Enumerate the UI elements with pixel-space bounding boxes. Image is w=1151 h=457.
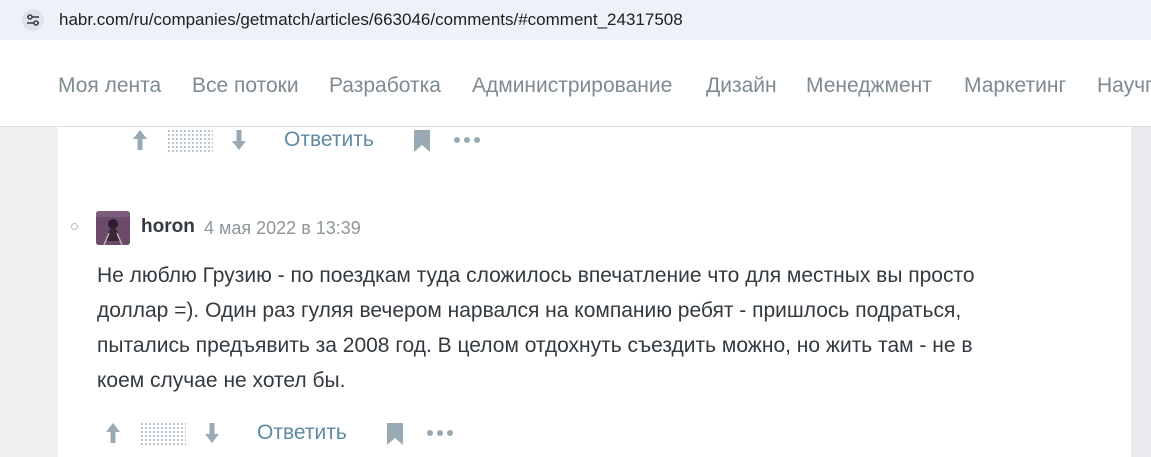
comment-author[interactable]: horon — [141, 216, 195, 238]
nav-item-my-feed[interactable]: Моя лента — [58, 74, 161, 98]
vote-down-icon[interactable] — [203, 421, 221, 445]
vote-up-icon[interactable] — [104, 421, 122, 445]
nav-item-marketing[interactable]: Маркетинг — [964, 74, 1066, 98]
nav-item-administration[interactable]: Администрирование — [472, 74, 672, 98]
nav-item-popsci[interactable]: Научпоп — [1097, 74, 1151, 98]
thread-marker[interactable] — [71, 223, 78, 230]
rating-hidden — [167, 129, 213, 153]
comment-line: Не люблю Грузию - по поездкам туда сложи… — [97, 264, 975, 287]
bookmark-icon[interactable] — [386, 422, 404, 446]
nav-item-management[interactable]: Менеджмент — [806, 74, 932, 98]
rating-hidden — [140, 422, 186, 446]
more-icon[interactable] — [453, 133, 481, 147]
toolbar-spacer — [0, 40, 1151, 48]
avatar[interactable] — [96, 211, 130, 245]
comment-line: пытались предъявить за 2008 год. В целом… — [97, 334, 973, 357]
reply-link[interactable]: Ответить — [284, 127, 374, 153]
reply-link[interactable]: Ответить — [257, 420, 347, 446]
comment-line: доллар =). Один раз гуляя вечером нарвал… — [97, 299, 962, 322]
page-gutter — [1131, 127, 1151, 457]
url-text[interactable]: habr.com/ru/companies/getmatch/articles/… — [59, 9, 683, 31]
more-icon[interactable] — [426, 426, 454, 440]
vote-up-icon[interactable] — [131, 128, 149, 152]
nav-item-design[interactable]: Дизайн — [706, 74, 777, 98]
comment-timestamp[interactable]: 4 мая 2022 в 13:39 — [204, 217, 361, 239]
comment-text: Не люблю Грузию - по поездкам туда сложи… — [97, 258, 1097, 398]
nav-item-development[interactable]: Разработка — [329, 74, 441, 98]
nav-item-all-streams[interactable]: Все потоки — [192, 74, 299, 98]
address-bar[interactable]: habr.com/ru/companies/getmatch/articles/… — [0, 0, 1151, 40]
bookmark-icon[interactable] — [413, 129, 431, 153]
section-nav: Моя лента Все потоки Разработка Админист… — [0, 48, 1151, 127]
vote-down-icon[interactable] — [230, 128, 248, 152]
site-settings-icon[interactable] — [22, 9, 44, 31]
comment-line: коем случае не хотел бы. — [97, 369, 346, 392]
